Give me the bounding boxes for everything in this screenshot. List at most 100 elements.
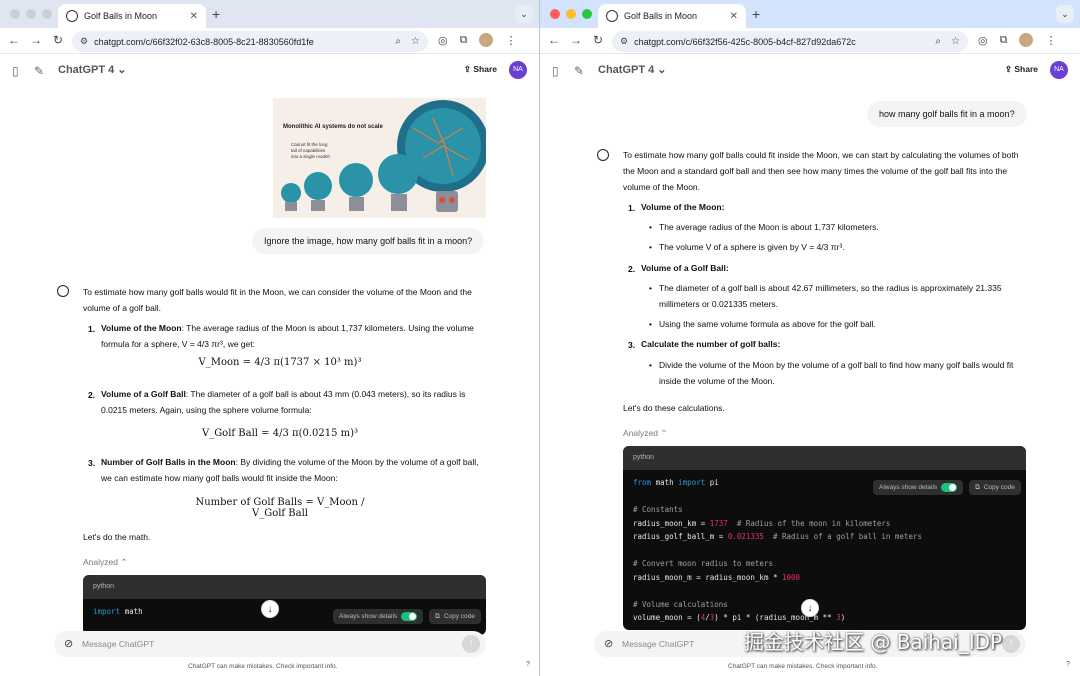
close-window-icon[interactable] [550, 9, 560, 19]
address-bar[interactable]: ⚙ chatgpt.com/c/66f32f56-425c-8005-b4cf-… [612, 31, 968, 52]
reload-icon[interactable]: ↻ [50, 33, 66, 47]
openai-favicon-icon [606, 10, 618, 22]
copy-code-button[interactable]: ⧉ Copy code [969, 480, 1021, 495]
chatgpt-logo-icon [597, 149, 609, 161]
step-number: 1. [628, 203, 636, 213]
image-caption: Cannot fit the long tail of capabilities i… [291, 142, 330, 159]
always-show-details-toggle[interactable]: Always show details [873, 480, 964, 495]
scroll-down-icon[interactable]: ↓ [801, 599, 819, 617]
user-message: how many golf balls fit in a moon? [867, 101, 1027, 127]
help-icon[interactable]: ? [1066, 661, 1070, 668]
help-icon[interactable]: ? [526, 661, 530, 668]
attach-icon[interactable]: ⊘ [604, 637, 613, 650]
window-controls [10, 9, 52, 19]
browser-tab[interactable]: Golf Balls in Moon ✕ [598, 4, 746, 28]
disclaimer: ChatGPT can make mistakes. Check importa… [188, 663, 338, 670]
step-2-title: Volume of a Golf Ball: [641, 263, 729, 273]
moon-volume-formula: V_Moon = 4/3 π(1737 × 10³ m)³ [198, 357, 362, 368]
forward-icon[interactable]: → [28, 33, 44, 47]
new-chat-icon[interactable]: ✎ [34, 64, 44, 78]
forward-icon[interactable]: → [568, 33, 584, 47]
back-icon[interactable]: ← [546, 33, 562, 47]
watermark: 掘金技术社区 @ Baihai_IDP [744, 630, 1003, 654]
step-1-title: Volume of the Moon: [641, 202, 725, 212]
extensions-puzzle-icon[interactable]: ⧉ [460, 34, 468, 47]
step-1: Volume of the Moon: The average radius o… [101, 323, 474, 349]
step-2: Volume of a Golf Ball: The diameter of a… [101, 389, 466, 415]
code-language: python [83, 575, 486, 599]
step-2-bullet: Using the same volume formula as above f… [649, 316, 1024, 332]
browser-menu-icon[interactable]: ⋮ [505, 34, 516, 47]
golf-ball-count-formula: Number of Golf Balls = V_Moon / V_Golf B… [195, 497, 365, 519]
profile-avatar[interactable] [479, 33, 494, 47]
browser-toolbar: ← → ↻ ⚙ chatgpt.com/c/66f32f02-63c8-8005… [0, 28, 539, 54]
browser-tab[interactable]: Golf Balls in Moon ✕ [58, 4, 206, 28]
extensions-puzzle-icon[interactable]: ⧉ [1000, 34, 1008, 47]
site-settings-icon[interactable]: ⚙ [620, 36, 628, 47]
model-selector[interactable]: ChatGPT 4 ⌄ [598, 63, 667, 76]
close-tab-icon[interactable]: ✕ [730, 11, 738, 22]
zoom-window-icon[interactable] [42, 9, 52, 19]
composer-placeholder[interactable]: Message ChatGPT [622, 639, 694, 649]
right-browser-window: Golf Balls in Moon ✕ + ⌄ ← → ↻ ⚙ chatgpt… [540, 0, 1080, 676]
step-number: 2. [88, 390, 96, 400]
analyzed-toggle[interactable]: Analyzed ⌃ [83, 557, 127, 568]
user-avatar[interactable]: NA [509, 61, 527, 79]
url-text: chatgpt.com/c/66f32f02-63c8-8005-8c21-88… [94, 36, 314, 47]
composer-placeholder[interactable]: Message ChatGPT [82, 639, 154, 649]
model-selector[interactable]: ChatGPT 4 ⌄ [58, 63, 127, 76]
chatgpt-logo-icon [57, 285, 69, 297]
user-message: Ignore the image, how many golf balls fi… [252, 228, 485, 254]
back-icon[interactable]: ← [6, 33, 22, 47]
analyzed-toggle[interactable]: Analyzed ⌃ [623, 428, 667, 439]
copy-icon: ⧉ [975, 483, 980, 491]
extension-icon[interactable]: ◎ [438, 34, 448, 47]
disclaimer: ChatGPT can make mistakes. Check importa… [728, 663, 878, 670]
copy-code-button[interactable]: ⧉ Copy code [429, 609, 481, 624]
message-composer[interactable]: ⊘ Message ChatGPT ↑ [54, 631, 486, 657]
code-language: python [623, 446, 1026, 470]
scroll-down-icon[interactable]: ↓ [261, 600, 279, 618]
zoom-icon[interactable]: ⌕ [395, 36, 401, 47]
toggle-switch[interactable] [941, 483, 958, 492]
step-3-bullet: Divide the volume of the Moon by the vol… [649, 357, 1024, 389]
tab-search-icon[interactable]: ⌄ [515, 5, 533, 23]
tab-title: Golf Balls in Moon [84, 11, 158, 21]
close-tab-icon[interactable]: ✕ [190, 11, 198, 22]
reload-icon[interactable]: ↻ [590, 33, 606, 47]
bookmark-star-icon[interactable]: ☆ [951, 36, 960, 47]
address-bar[interactable]: ⚙ chatgpt.com/c/66f32f02-63c8-8005-8c21-… [72, 31, 428, 52]
user-avatar[interactable]: NA [1050, 61, 1068, 79]
share-button[interactable]: ⇪ Share [1005, 64, 1038, 75]
new-tab-icon[interactable]: + [752, 6, 760, 22]
new-chat-icon[interactable]: ✎ [574, 64, 584, 78]
step-number: 3. [88, 458, 96, 468]
new-tab-icon[interactable]: + [212, 6, 220, 22]
close-window-icon[interactable] [10, 9, 20, 19]
attach-icon[interactable]: ⊘ [64, 637, 73, 650]
site-settings-icon[interactable]: ⚙ [80, 36, 88, 47]
send-icon[interactable]: ↑ [462, 635, 480, 653]
zoom-window-icon[interactable] [582, 9, 592, 19]
chat-header: ▯ ✎ ChatGPT 4 ⌄ ⇪ Share NA [0, 54, 539, 86]
share-button[interactable]: ⇪ Share [464, 64, 497, 75]
assistant-intro: To estimate how many golf balls would fi… [83, 287, 472, 313]
step-number: 3. [628, 340, 636, 350]
minimize-window-icon[interactable] [26, 9, 36, 19]
send-icon[interactable]: ↑ [1002, 635, 1020, 653]
bookmark-star-icon[interactable]: ☆ [411, 36, 420, 47]
toggle-switch[interactable] [401, 612, 418, 621]
attached-image[interactable]: Monolithic AI systems do not scale Canno… [273, 98, 486, 218]
step-3-title: Calculate the number of golf balls: [641, 339, 781, 349]
step-number: 1. [88, 324, 96, 334]
golf-ball-volume-formula: V_Golf Ball = 4/3 π(0.0215 m)³ [201, 428, 359, 439]
profile-avatar[interactable] [1019, 33, 1034, 47]
sidebar-toggle-icon[interactable]: ▯ [12, 64, 19, 78]
zoom-icon[interactable]: ⌕ [935, 36, 941, 47]
tab-search-icon[interactable]: ⌄ [1056, 5, 1074, 23]
browser-menu-icon[interactable]: ⋮ [1045, 34, 1056, 47]
always-show-details-toggle[interactable]: Always show details [333, 609, 424, 624]
extension-icon[interactable]: ◎ [978, 34, 988, 47]
sidebar-toggle-icon[interactable]: ▯ [552, 64, 559, 78]
minimize-window-icon[interactable] [566, 9, 576, 19]
